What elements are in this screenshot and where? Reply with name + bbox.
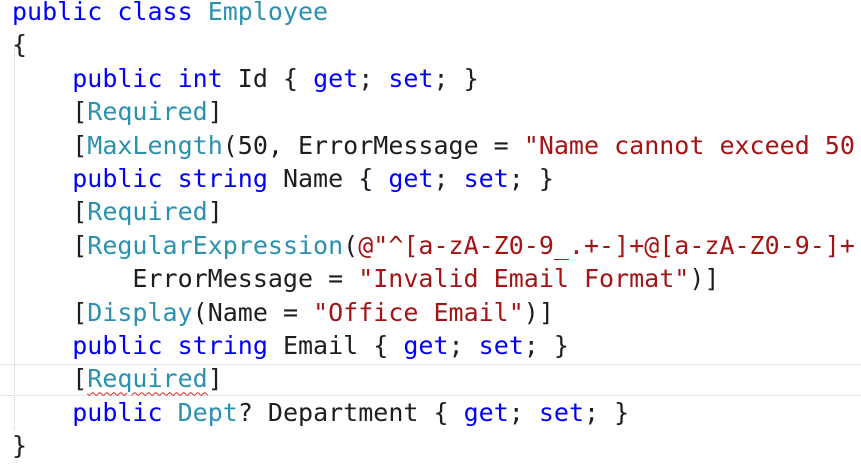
- code-token: ;: [508, 397, 539, 427]
- code-token: class: [117, 0, 193, 26]
- code-token: (: [343, 230, 359, 260]
- code-token: int: [177, 63, 223, 93]
- code-token: Id {: [222, 63, 314, 93]
- code-line[interactable]: [MaxLength(50, ErrorMessage = "Name cann…: [12, 129, 855, 163]
- code-token: ]: [207, 364, 223, 394]
- code-token: ]: [207, 197, 223, 227]
- code-token: ; }: [508, 164, 554, 193]
- code-token: [: [72, 197, 88, 227]
- code-token: ErrorMessage =: [132, 264, 359, 294]
- code-token: (50, ErrorMessage =: [222, 130, 524, 160]
- code-line[interactable]: public Dept? Department { get; set; }: [12, 396, 629, 430]
- code-token: Display: [87, 297, 193, 327]
- code-line[interactable]: {: [12, 28, 27, 62]
- code-line[interactable]: public string Email { get; set; }: [12, 329, 569, 363]
- code-token: get: [403, 331, 449, 360]
- code-token: "Name cannot exceed 50: [523, 130, 855, 160]
- code-token: Required: [87, 197, 208, 227]
- code-token: }: [12, 431, 28, 461]
- code-token: ;: [433, 164, 464, 193]
- code-token: ? Department {: [237, 397, 464, 427]
- code-line[interactable]: [Required]: [12, 195, 223, 229]
- code-line[interactable]: public int Id { get; set; }: [12, 62, 479, 96]
- code-token: "Invalid Email Format": [358, 264, 690, 294]
- code-line[interactable]: [RegularExpression(@"^[a-zA-Z0-9_.+-]+@[…: [12, 229, 855, 263]
- code-token: get: [388, 164, 434, 193]
- code-token: )]: [689, 264, 720, 294]
- code-token: Email {: [267, 331, 404, 360]
- code-token: [: [72, 230, 88, 260]
- code-token: {: [12, 30, 28, 60]
- code-token: (Name =: [192, 297, 314, 327]
- code-token: public: [72, 164, 163, 193]
- code-token: string: [177, 331, 268, 360]
- code-line[interactable]: public string Name { get; set; }: [12, 162, 554, 196]
- code-token: Required: [87, 97, 208, 127]
- code-line[interactable]: [Required]: [12, 95, 223, 129]
- code-token: set: [478, 331, 524, 360]
- code-line[interactable]: }: [12, 429, 27, 463]
- code-token: @"^[a-zA-Z0-9_.+-]+@[a-zA-Z0-9-]+: [358, 230, 855, 260]
- code-line[interactable]: [Required]: [12, 362, 223, 396]
- code-token: public: [72, 63, 163, 93]
- code-token: get: [463, 397, 509, 427]
- code-token: public: [72, 397, 163, 427]
- code-token: Employee: [207, 0, 329, 26]
- code-token: ; }: [523, 331, 569, 360]
- code-token-error: Required: [87, 364, 208, 394]
- code-token: MaxLength: [87, 130, 223, 160]
- code-token: Name {: [267, 164, 389, 193]
- code-token: get: [313, 63, 359, 93]
- code-token: ]: [207, 97, 223, 127]
- code-line[interactable]: [Display(Name = "Office Email")]: [12, 296, 554, 330]
- code-token: [: [72, 364, 88, 394]
- code-token: [: [72, 297, 88, 327]
- code-token: [: [72, 97, 88, 127]
- code-editor[interactable]: public class Employee{ public int Id { g…: [0, 0, 861, 464]
- code-token: public: [12, 0, 103, 26]
- code-token: ; }: [433, 63, 479, 93]
- code-token: RegularExpression: [87, 230, 344, 260]
- code-token: "Office Email": [313, 297, 524, 327]
- code-token: ; }: [584, 397, 630, 427]
- code-token: [: [72, 130, 88, 160]
- code-token: set: [538, 397, 585, 427]
- code-line[interactable]: ErrorMessage = "Invalid Email Format")]: [12, 262, 719, 296]
- code-token: ;: [448, 331, 479, 360]
- code-token: ;: [358, 63, 389, 93]
- code-token: )]: [523, 297, 554, 327]
- code-token: set: [463, 164, 509, 193]
- code-token: set: [388, 63, 434, 93]
- code-token: public: [72, 331, 163, 360]
- code-token: Dept: [177, 397, 238, 427]
- code-token: string: [177, 164, 268, 193]
- code-line[interactable]: public class Employee: [12, 0, 328, 29]
